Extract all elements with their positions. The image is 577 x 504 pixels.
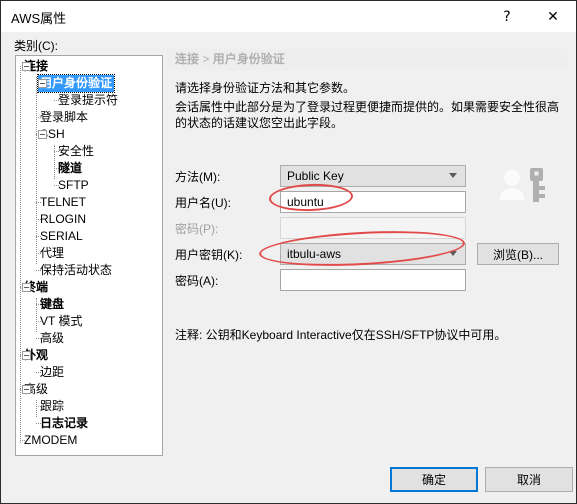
ok-button[interactable]: 确定 (390, 467, 478, 492)
tree-item-label: 跟踪 (40, 399, 65, 413)
chevron-down-icon (449, 251, 457, 256)
method-label: 方法(M): (175, 170, 221, 184)
user-key-combobox[interactable]: itbulu-aws (280, 243, 466, 265)
tree-item-label: SFTP (58, 178, 89, 192)
tree-item[interactable]: TELNET (16, 194, 162, 211)
username-label: 用户名(U): (175, 196, 231, 210)
passphrase-label: 密码(A): (175, 274, 219, 288)
tree-item[interactable]: SFTP (16, 177, 162, 194)
tree-expander-icon[interactable] (38, 79, 47, 88)
close-icon: ✕ (547, 8, 559, 25)
passphrase-input[interactable] (280, 269, 466, 291)
tree-item-label: 隧道 (58, 161, 83, 175)
browse-button[interactable]: 浏览(B)... (477, 243, 559, 265)
tree-item[interactable]: SSH (16, 126, 162, 143)
tree-item[interactable]: 保持活动状态 (16, 262, 162, 279)
tree-item-label: RLOGIN (40, 212, 87, 226)
tree-item-label: 用户身份验证 (36, 74, 116, 93)
tree-item[interactable]: 用户身份验证 (16, 74, 162, 93)
tree-item[interactable]: ZMODEM (16, 432, 162, 449)
tree-item-list: 连接 用户身份验证 登录提示符登录脚本 SSH 安全性隧道 SFTP TELNET RLOGI… (16, 58, 162, 449)
tree-item[interactable]: 登录提示符 (16, 92, 162, 109)
tree-item-label: 安全性 (58, 144, 95, 158)
breadcrumb-parent: 连接 (175, 52, 200, 66)
tree-item[interactable]: 隧道 (16, 160, 162, 177)
tree-item[interactable]: 边距 (16, 364, 162, 381)
tree-item[interactable]: 高级 (16, 330, 162, 347)
tree-item[interactable]: 连接 (16, 58, 162, 75)
passphrase-row: 密码(A): (167, 269, 567, 291)
tree-expander-icon[interactable] (22, 62, 31, 71)
description-line-2: 会话属性中此部分是为了登录过程更便捷而提供的。如果需要安全性很高的状态的话建议您… (175, 100, 560, 130)
tree-item[interactable]: RLOGIN (16, 211, 162, 228)
username-value: ubuntu (287, 195, 324, 209)
method-combobox[interactable]: Public Key (280, 165, 466, 187)
cancel-button[interactable]: 取消 (485, 467, 573, 492)
tree-item[interactable]: 高级 (16, 381, 162, 398)
tree-item[interactable]: 跟踪 (16, 398, 162, 415)
chevron-down-icon (449, 173, 457, 178)
tree-item-label: 保持活动状态 (40, 263, 113, 277)
tree-item-label: 登录提示符 (58, 93, 119, 107)
tree-item[interactable]: 终端 (16, 279, 162, 296)
tree-item-label: 边距 (40, 365, 65, 379)
breadcrumb-separator: > (199, 52, 213, 66)
tree-item-label: 登录脚本 (40, 110, 89, 124)
question-mark-icon: ? (503, 8, 511, 25)
password-row: 密码(P): (167, 217, 567, 239)
properties-dialog: AWS属性 ? ✕ 类别(C): 连接 用户身份验证 登录提示符 登录脚本 SSH 安全性… (0, 0, 577, 504)
tree-expander-icon[interactable] (22, 283, 31, 292)
password-label: 密码(P): (175, 222, 219, 236)
tree-expander-icon[interactable] (22, 385, 31, 394)
breadcrumb-current: 用户身份验证 (212, 52, 285, 66)
breadcrumb: 连接 > 用户身份验证 (167, 49, 567, 70)
title-bar: AWS属性 ? ✕ (1, 1, 576, 32)
tree-item-label: SERIAL (40, 229, 83, 243)
user-key-value: itbulu-aws (287, 247, 342, 261)
method-value: Public Key (287, 169, 344, 183)
tree-item[interactable]: 登录脚本 (16, 109, 162, 126)
user-key-icon (497, 166, 553, 216)
tree-item-label: ZMODEM (24, 433, 78, 447)
category-tree[interactable]: 连接 用户身份验证 登录提示符登录脚本 SSH 安全性隧道 SFTP TELNET RLOGI… (15, 55, 163, 456)
close-button[interactable]: ✕ (530, 1, 576, 32)
tree-item[interactable]: VT 模式 (16, 313, 162, 330)
tree-item[interactable]: 日志记录 (16, 415, 162, 432)
help-button[interactable]: ? (484, 1, 530, 32)
tree-item-label: 日志记录 (40, 416, 89, 430)
tree-item-label: 代理 (40, 246, 65, 260)
tree-item-label: 高级 (40, 331, 65, 345)
category-label: 类别(C): (14, 39, 58, 53)
tree-expander-icon[interactable] (22, 351, 31, 360)
description-line-1: 请选择身份验证方法和其它参数。 (175, 81, 356, 95)
tree-expander-icon[interactable] (38, 130, 47, 139)
tree-item[interactable]: 安全性 (16, 143, 162, 160)
user-key-row: 用户密钥(K): itbulu-aws 浏览(B)... (167, 243, 567, 265)
settings-panel: 连接 > 用户身份验证 请选择身份验证方法和其它参数。 会话属性中此部分是为了登… (167, 49, 567, 449)
username-input[interactable]: ubuntu (280, 191, 466, 213)
tree-item[interactable]: 键盘 (16, 296, 162, 313)
window-title: AWS属性 (11, 11, 67, 26)
tree-item[interactable]: 代理 (16, 245, 162, 262)
note-text: 注释: 公钥和Keyboard Interactive仅在SSH/SFTP协议中… (175, 328, 507, 342)
tree-item[interactable]: 外观 (16, 347, 162, 364)
tree-item-label: VT 模式 (40, 314, 83, 328)
user-key-label: 用户密钥(K): (175, 248, 243, 262)
password-input (280, 217, 466, 239)
tree-item-label: TELNET (40, 195, 87, 209)
tree-item[interactable]: SERIAL (16, 228, 162, 245)
tree-item-label: 键盘 (40, 297, 65, 311)
